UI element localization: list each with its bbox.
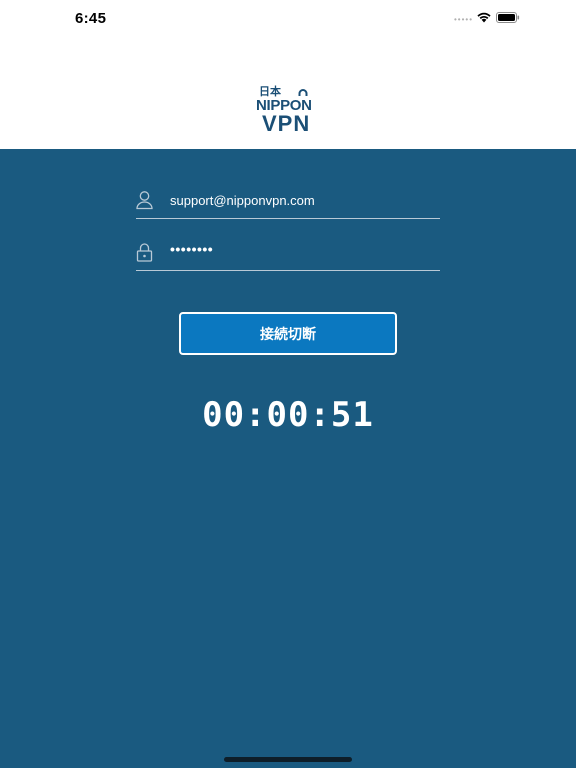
- header: 日本 NIPPON VPN: [0, 36, 576, 149]
- password-value: ••••••••: [170, 241, 214, 257]
- main-panel: support@nipponvpn.com •••••••• 接続切断 00:0…: [0, 149, 576, 768]
- status-time: 6:45: [75, 10, 107, 27]
- email-field[interactable]: support@nipponvpn.com: [136, 187, 440, 219]
- password-field[interactable]: ••••••••: [136, 239, 440, 271]
- lock-logo-icon: [298, 89, 308, 96]
- home-indicator[interactable]: [224, 757, 352, 762]
- lock-icon: [136, 243, 153, 262]
- email-value: support@nipponvpn.com: [170, 193, 315, 208]
- wifi-icon: [477, 12, 491, 23]
- connection-timer: 00:00:51: [202, 395, 374, 435]
- app-logo: 日本 NIPPON VPN: [252, 86, 324, 136]
- user-icon: [136, 191, 153, 210]
- battery-icon: [496, 12, 520, 23]
- disconnect-button[interactable]: 接続切断: [179, 312, 397, 355]
- logo-vpn: VPN: [262, 111, 311, 136]
- signal-dots-icon: •••••: [454, 15, 474, 24]
- status-bar: 6:45 •••••: [0, 0, 576, 36]
